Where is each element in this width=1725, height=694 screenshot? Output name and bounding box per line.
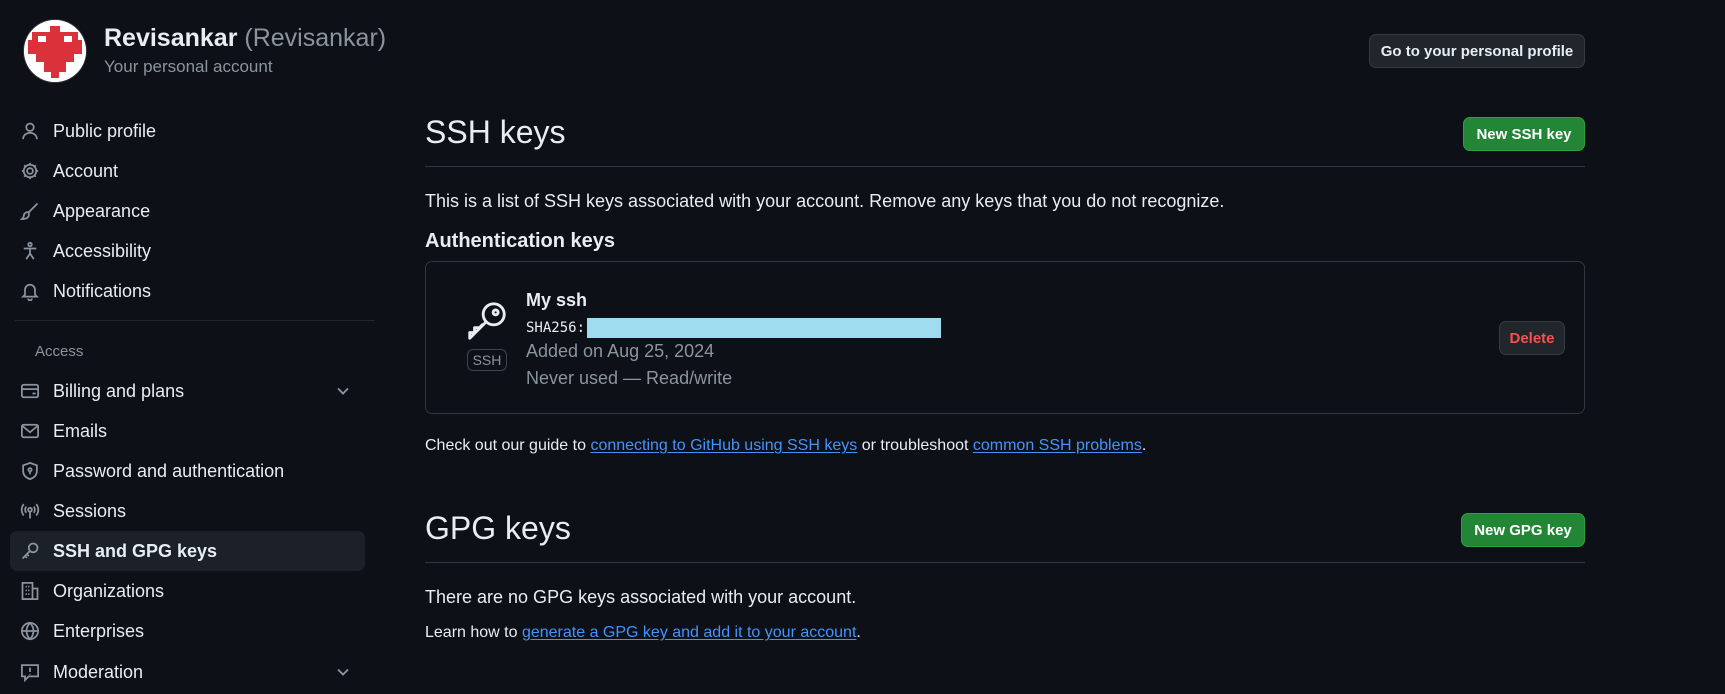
authentication-keys-heading: Authentication keys <box>425 230 616 252</box>
sidebar-item-sessions[interactable]: Sessions <box>10 491 365 531</box>
sidebar-divider <box>15 320 375 321</box>
sidebar-item-appearance[interactable]: Appearance <box>10 191 365 231</box>
sidebar-item-label: Billing and plans <box>53 380 185 401</box>
broadcast-icon <box>19 500 41 522</box>
generate-gpg-key-link[interactable]: generate a GPG key and add it to your ac… <box>522 624 856 641</box>
globe-icon <box>19 620 41 642</box>
sidebar-item-public-profile[interactable]: Public profile <box>10 111 365 151</box>
gear-icon <box>19 160 41 182</box>
organization-icon <box>19 580 41 602</box>
new-gpg-key-button[interactable]: New GPG key <box>1461 513 1585 547</box>
ssh-key-usage: Never used — Read/write <box>526 368 733 388</box>
sidebar-heading-access: Access <box>35 343 84 360</box>
chevron-down-icon[interactable] <box>333 381 353 401</box>
ssh-key-card: SSH My ssh SHA256: Added on Aug 25, 2024… <box>425 261 1585 414</box>
person-icon <box>19 120 41 142</box>
chevron-down-icon[interactable] <box>333 662 353 682</box>
sidebar-item-label: Notifications <box>53 280 152 301</box>
gpg-learn-text: Learn how to generate a GPG key and add … <box>425 624 861 642</box>
delete-ssh-key-button[interactable]: Delete <box>1499 321 1565 355</box>
guide-middle: or troubleshoot <box>857 437 973 454</box>
shield-lock-icon <box>19 460 41 482</box>
avatar-identicon <box>24 20 86 82</box>
accessibility-icon <box>19 240 41 262</box>
key-icon <box>19 540 41 562</box>
ssh-keys-title: SSH keys <box>425 114 566 150</box>
ssh-type-badge: SSH <box>467 349 507 371</box>
sidebar-item-label: Public profile <box>53 120 157 141</box>
account-subtitle: Your personal account <box>104 57 273 76</box>
connecting-ssh-guide-link[interactable]: connecting to GitHub using SSH keys <box>590 437 857 454</box>
sidebar-item-label: Sessions <box>53 500 127 521</box>
sidebar-item-account[interactable]: Account <box>10 151 365 191</box>
sidebar-item-moderation[interactable]: Moderation <box>10 652 365 692</box>
avatar[interactable] <box>24 20 86 82</box>
sidebar-item-label: Organizations <box>53 580 165 601</box>
sidebar-item-organizations[interactable]: Organizations <box>10 571 365 611</box>
ssh-key-name: My ssh <box>526 290 588 310</box>
sidebar-item-ssh-gpg-keys[interactable]: SSH and GPG keys <box>10 531 365 571</box>
sidebar-item-notifications[interactable]: Notifications <box>10 271 365 311</box>
sidebar-item-password[interactable]: Password and authentication <box>10 451 365 491</box>
new-ssh-key-button[interactable]: New SSH key <box>1463 117 1585 151</box>
sidebar-item-label: Moderation <box>53 661 144 682</box>
gpg-divider <box>425 562 1585 563</box>
learn-suffix: . <box>856 624 861 641</box>
ssh-key-added-date: Added on Aug 25, 2024 <box>526 341 715 361</box>
account-handle: (Revisankar) <box>244 24 387 52</box>
guide-prefix: Check out our guide to <box>425 437 591 454</box>
mail-icon <box>19 420 41 442</box>
sidebar-item-label: SSH and GPG keys <box>53 540 218 561</box>
fingerprint-prefix: SHA256: <box>526 320 586 336</box>
sidebar-item-label: Password and authentication <box>53 460 285 481</box>
ssh-divider <box>425 166 1585 167</box>
learn-prefix: Learn how to <box>425 624 522 641</box>
credit-card-icon <box>19 380 41 402</box>
sidebar-item-emails[interactable]: Emails <box>10 411 365 451</box>
account-name: Revisankar (Revisankar) <box>104 24 386 53</box>
display-name: Revisankar <box>104 24 238 52</box>
sidebar-item-accessibility[interactable]: Accessibility <box>10 231 365 271</box>
sidebar-item-label: Appearance <box>53 200 151 221</box>
bell-icon <box>19 280 41 302</box>
sidebar-item-label: Account <box>53 160 119 181</box>
sidebar-item-enterprises[interactable]: Enterprises <box>10 611 365 651</box>
ssh-description: This is a list of SSH keys associated wi… <box>425 191 1225 211</box>
sidebar-item-label: Emails <box>53 420 108 441</box>
gpg-empty-message: There are no GPG keys associated with yo… <box>425 587 857 607</box>
common-ssh-problems-link[interactable]: common SSH problems <box>973 437 1142 454</box>
ssh-guide-text: Check out our guide to connecting to Git… <box>425 437 1146 455</box>
sidebar-item-label: Enterprises <box>53 620 145 641</box>
guide-suffix: . <box>1141 437 1147 454</box>
ssh-key-fingerprint: SHA256: <box>526 318 942 338</box>
paintbrush-icon <box>19 200 41 222</box>
fingerprint-redaction <box>587 318 942 338</box>
report-icon <box>19 661 41 683</box>
sidebar-item-billing[interactable]: Billing and plans <box>10 371 365 411</box>
gpg-keys-title: GPG keys <box>425 510 571 546</box>
key-icon <box>468 302 506 340</box>
go-to-profile-button[interactable]: Go to your personal profile <box>1369 34 1585 68</box>
sidebar-item-label: Accessibility <box>53 240 152 261</box>
